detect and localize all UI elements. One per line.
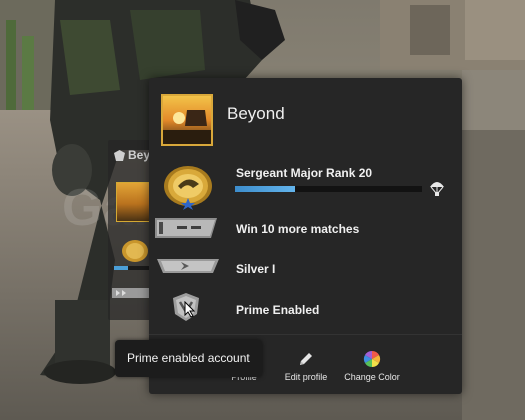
color-wheel-icon [363, 350, 381, 368]
rank-emblem-icon [114, 149, 125, 161]
background-progress-bar [114, 266, 154, 270]
prime-tooltip: Prime enabled account [115, 340, 262, 377]
mouse-cursor-icon [184, 301, 196, 318]
parachute-icon[interactable] [429, 179, 445, 197]
rank-label: Sergeant Major Rank 20 [236, 166, 373, 180]
change-color-button[interactable]: Change Color [342, 350, 402, 382]
rank-progress-fill [235, 186, 295, 192]
divider [149, 334, 462, 335]
change-color-label: Change Color [344, 372, 400, 382]
edit-profile-button[interactable]: Edit profile [279, 350, 333, 382]
objective-label: Win 10 more matches [236, 222, 360, 236]
competitive-rank-label: Silver I [236, 262, 276, 276]
prime-label: Prime Enabled [236, 303, 320, 317]
pencil-icon [300, 353, 312, 365]
silver-rank-icon [157, 259, 219, 273]
background-medal-icon [122, 240, 148, 262]
win-objective-badge-icon [155, 218, 217, 238]
avatar[interactable] [161, 94, 213, 146]
rank-medal-icon [164, 166, 212, 210]
edit-profile-label: Edit profile [284, 372, 328, 382]
rank-progress-bar [235, 186, 422, 192]
avatar-image [163, 96, 211, 144]
username: Beyond [227, 104, 285, 123]
